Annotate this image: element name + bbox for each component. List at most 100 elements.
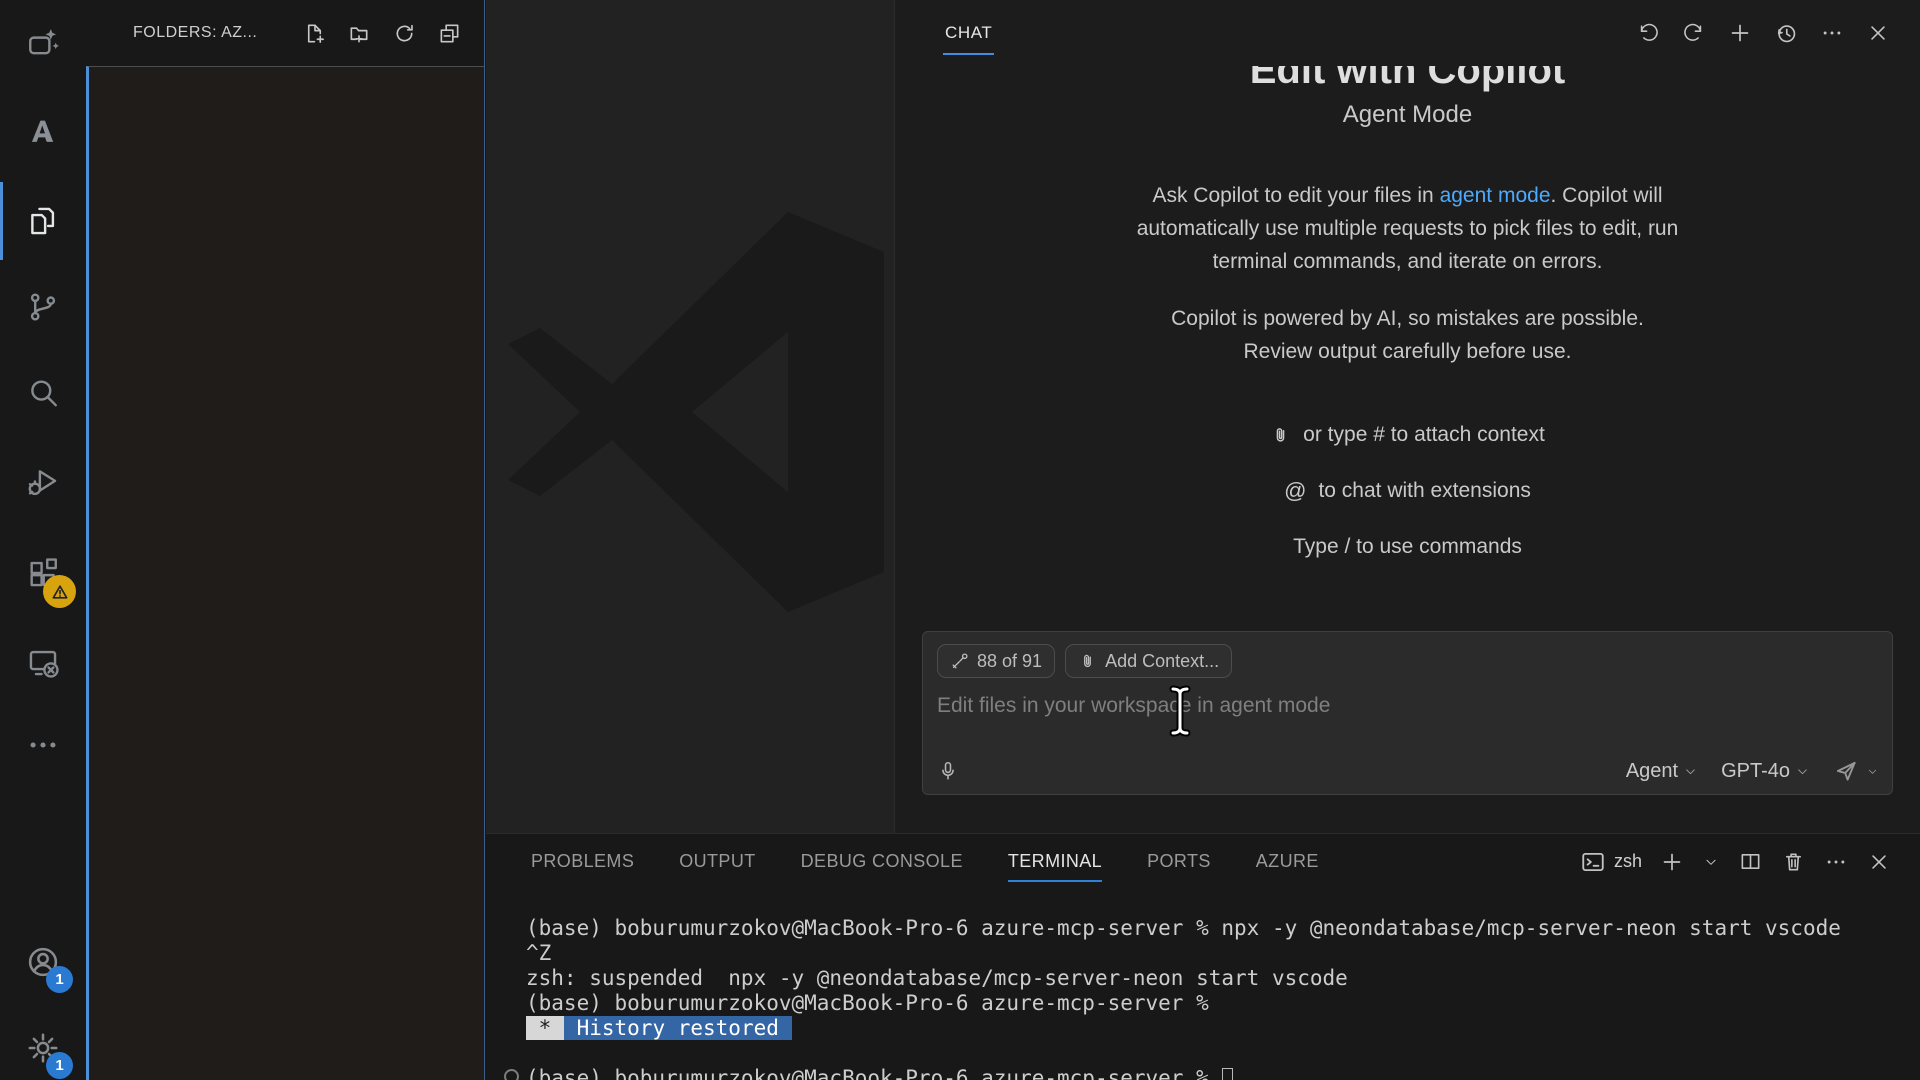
panel-actions: zsh xyxy=(1580,849,1892,875)
terminal-line: (base) boburumurzokov@MacBook-Pro-6 azur… xyxy=(526,916,1910,941)
chat-more-button[interactable] xyxy=(1820,21,1844,45)
new-folder-button[interactable] xyxy=(346,20,372,46)
chat-input-bottom-bar: Agent GPT-4o xyxy=(937,758,1878,784)
mode-selector[interactable]: Agent xyxy=(1626,760,1697,783)
kill-terminal-button[interactable] xyxy=(1780,849,1806,875)
plus-icon xyxy=(1660,850,1684,874)
close-icon xyxy=(1867,22,1889,44)
refresh-button[interactable] xyxy=(391,20,417,46)
hint-extensions-text: to chat with extensions xyxy=(1318,479,1530,503)
trash-icon xyxy=(1782,850,1805,873)
collapse-all-icon xyxy=(438,22,461,45)
terminal-cursor xyxy=(1222,1068,1233,1080)
sidebar-header: FOLDERS: AZ... xyxy=(86,0,484,66)
chevron-down-icon xyxy=(1704,855,1718,869)
ellipsis-icon xyxy=(1825,851,1847,873)
chat-caution-paragraph: Copilot is powered by AI, so mistakes ar… xyxy=(1138,302,1678,368)
chat-input-placeholder[interactable]: Edit files in your workspace in agent mo… xyxy=(937,694,1878,718)
tab-problems[interactable]: PROBLEMS xyxy=(531,834,634,889)
undo-icon xyxy=(1637,22,1659,44)
activity-item-search[interactable] xyxy=(0,362,86,424)
panel-close-button[interactable] xyxy=(1866,849,1892,875)
redo-button[interactable] xyxy=(1682,21,1706,45)
tab-ports[interactable]: PORTS xyxy=(1147,834,1211,889)
agent-mode-link[interactable]: agent mode xyxy=(1440,184,1551,207)
hint-commands: Type / to use commands xyxy=(1293,532,1522,562)
model-label: GPT-4o xyxy=(1721,760,1790,783)
vscode-window: 1 1 FOLDERS: AZ... xyxy=(0,0,1920,1080)
add-context-button[interactable]: Add Context... xyxy=(1065,644,1232,678)
active-terminal-selector[interactable]: zsh xyxy=(1580,849,1642,875)
chat-header: CHAT xyxy=(895,0,1920,66)
activity-item-accounts[interactable]: 1 xyxy=(0,931,86,993)
refresh-icon xyxy=(393,22,416,45)
redo-icon xyxy=(1683,22,1705,44)
terminal-line: (base) boburumurzokov@MacBook-Pro-6 azur… xyxy=(526,991,1910,1016)
tab-azure[interactable]: AZURE xyxy=(1256,834,1319,889)
activity-item-extensions[interactable] xyxy=(0,542,86,604)
activity-item-explorer[interactable] xyxy=(0,190,86,252)
chevron-down-icon xyxy=(1684,765,1697,778)
hint-attach-text: or type # to attach context xyxy=(1303,423,1545,447)
hint-extensions: @ to chat with extensions xyxy=(1284,476,1531,506)
activity-item-copilot[interactable] xyxy=(0,13,86,75)
chevron-down-icon xyxy=(1796,765,1809,778)
new-file-icon xyxy=(303,22,326,45)
new-file-button[interactable] xyxy=(301,20,327,46)
accounts-badge: 1 xyxy=(46,966,73,993)
send-button[interactable] xyxy=(1833,758,1878,784)
collapse-all-button[interactable] xyxy=(436,20,462,46)
chat-actions xyxy=(1636,21,1890,45)
search-icon xyxy=(26,376,60,410)
undo-button[interactable] xyxy=(1636,21,1660,45)
activity-item-source-control[interactable] xyxy=(0,276,86,338)
activity-item-run-debug[interactable] xyxy=(0,451,86,513)
chat-input-box[interactable]: 88 of 91 Add Context... Edit files in yo… xyxy=(922,631,1893,795)
sidebar-explorer: FOLDERS: AZ... xyxy=(86,0,485,1080)
split-editor-icon xyxy=(1739,850,1762,873)
files-icon xyxy=(26,204,60,238)
editor-area[interactable] xyxy=(486,0,894,833)
terminal-line: ^Z xyxy=(526,941,1910,966)
source-control-icon xyxy=(26,290,60,324)
tab-debug-console[interactable]: DEBUG CONSOLE xyxy=(801,834,963,889)
explorer-tree[interactable] xyxy=(86,66,484,1080)
panel-header: PROBLEMS OUTPUT DEBUG CONSOLE TERMINAL P… xyxy=(486,834,1920,889)
vscode-logo-watermark xyxy=(492,212,892,612)
close-icon xyxy=(1868,851,1890,873)
tab-chat[interactable]: CHAT xyxy=(945,0,992,66)
tab-terminal[interactable]: TERMINAL xyxy=(1008,834,1102,889)
tab-output[interactable]: OUTPUT xyxy=(679,834,755,889)
activity-item-azure[interactable] xyxy=(0,101,86,163)
activity-item-more[interactable] xyxy=(0,714,86,776)
chat-close-button[interactable] xyxy=(1866,21,1890,45)
tools-count: 88 of 91 xyxy=(977,651,1042,672)
launch-profile-button[interactable] xyxy=(1702,849,1720,875)
add-context-label: Add Context... xyxy=(1105,651,1219,672)
paperclip-icon xyxy=(1078,652,1097,671)
split-terminal-button[interactable] xyxy=(1737,849,1763,875)
tools-button[interactable]: 88 of 91 xyxy=(937,644,1055,678)
hint-attach-context: or type # to attach context xyxy=(1270,420,1545,450)
send-icon xyxy=(1833,758,1859,784)
terminal-line-blank xyxy=(526,1041,1910,1066)
model-selector[interactable]: GPT-4o xyxy=(1721,760,1809,783)
terminal-line-history-restored: * History restored xyxy=(526,1016,1910,1041)
warning-icon xyxy=(50,582,70,602)
history-icon xyxy=(1775,22,1798,45)
terminal-prompt-line: (base) boburumurzokov@MacBook-Pro-6 azur… xyxy=(526,1066,1910,1080)
microphone-icon xyxy=(937,760,959,782)
chat-history-button[interactable] xyxy=(1774,21,1798,45)
chat-input-toolbar: 88 of 91 Add Context... xyxy=(937,644,1878,678)
ellipsis-icon xyxy=(1821,22,1843,44)
terminal[interactable]: (base) boburumurzokov@MacBook-Pro-6 azur… xyxy=(486,889,1920,1079)
activity-item-settings[interactable]: 1 xyxy=(0,1017,86,1079)
microphone-button[interactable] xyxy=(937,760,959,782)
new-terminal-button[interactable] xyxy=(1659,849,1685,875)
copilot-icon xyxy=(26,27,60,61)
panel-more-button[interactable] xyxy=(1823,849,1849,875)
new-chat-button[interactable] xyxy=(1728,21,1752,45)
extensions-warning-badge xyxy=(43,575,76,608)
activity-item-remote-explorer[interactable] xyxy=(0,631,86,693)
paperclip-icon xyxy=(1270,425,1291,446)
